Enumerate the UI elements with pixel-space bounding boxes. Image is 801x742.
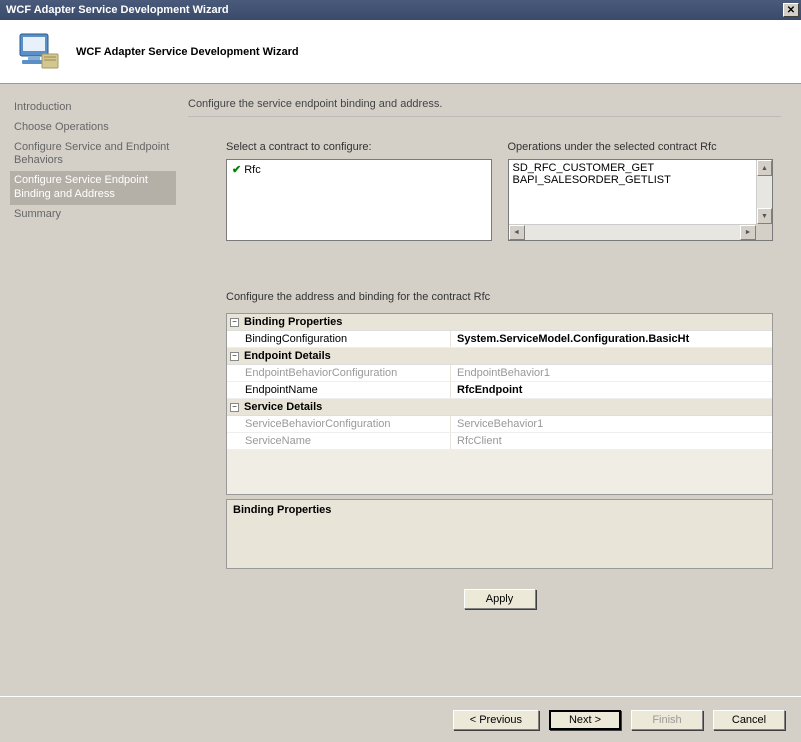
category-endpoint-details[interactable]: − Endpoint Details bbox=[227, 348, 772, 365]
category-label: Endpoint Details bbox=[244, 350, 331, 362]
sidebar-item-label: Choose Operations bbox=[14, 121, 109, 133]
finish-button: Finish bbox=[631, 710, 703, 730]
header-title: WCF Adapter Service Development Wizard bbox=[76, 46, 299, 58]
sidebar-item-label: Introduction bbox=[14, 101, 71, 113]
next-button[interactable]: Next > bbox=[549, 710, 621, 730]
checkmark-icon: ✔ bbox=[232, 163, 241, 176]
cancel-button[interactable]: Cancel bbox=[713, 710, 785, 730]
operations-listbox[interactable]: SD_RFC_CUSTOMER_GET BAPI_SALESORDER_GETL… bbox=[508, 159, 774, 241]
property-name: ServiceBehaviorConfiguration bbox=[227, 416, 451, 432]
horizontal-scrollbar[interactable]: ◄ ► bbox=[509, 224, 757, 240]
scroll-right-button[interactable]: ► bbox=[740, 225, 756, 240]
apply-button[interactable]: Apply bbox=[464, 589, 536, 609]
property-row[interactable]: EndpointName RfcEndpoint bbox=[227, 382, 772, 399]
contract-name: Rfc bbox=[244, 164, 261, 176]
page-heading: Configure the service endpoint binding a… bbox=[188, 98, 781, 117]
close-icon: ✕ bbox=[787, 5, 795, 16]
header-panel: WCF Adapter Service Development Wizard bbox=[0, 20, 801, 84]
close-button[interactable]: ✕ bbox=[783, 3, 799, 17]
collapse-icon[interactable]: − bbox=[230, 403, 239, 412]
description-panel: Binding Properties bbox=[226, 499, 773, 569]
category-label: Binding Properties bbox=[244, 316, 342, 328]
property-name: BindingConfiguration bbox=[227, 331, 451, 347]
contract-label: Select a contract to configure: bbox=[226, 141, 492, 153]
sidebar-item-choose-operations[interactable]: Choose Operations bbox=[10, 118, 176, 138]
sidebar-item-introduction[interactable]: Introduction bbox=[10, 98, 176, 118]
footer-buttons: < Previous Next > Finish Cancel bbox=[0, 696, 801, 742]
property-name: EndpointBehaviorConfiguration bbox=[227, 365, 451, 381]
property-row[interactable]: ServiceName RfcClient bbox=[227, 433, 772, 450]
property-value[interactable]: System.ServiceModel.Configuration.BasicH… bbox=[451, 331, 772, 347]
property-row[interactable]: ServiceBehaviorConfiguration ServiceBeha… bbox=[227, 416, 772, 433]
window-title: WCF Adapter Service Development Wizard bbox=[6, 4, 229, 16]
collapse-icon[interactable]: − bbox=[230, 318, 239, 327]
previous-button[interactable]: < Previous bbox=[453, 710, 539, 730]
description-title: Binding Properties bbox=[233, 504, 766, 516]
sidebar-item-configure-behaviors[interactable]: Configure Service and Endpoint Behaviors bbox=[10, 138, 176, 172]
property-value: RfcClient bbox=[451, 433, 772, 449]
category-label: Service Details bbox=[244, 401, 322, 413]
contract-listbox[interactable]: ✔ Rfc bbox=[226, 159, 492, 241]
sidebar-item-label: Configure Service and Endpoint Behaviors bbox=[14, 141, 169, 167]
property-value[interactable]: RfcEndpoint bbox=[451, 382, 772, 398]
vertical-scrollbar[interactable]: ▲ ▼ bbox=[756, 160, 772, 224]
config-label: Configure the address and binding for th… bbox=[226, 291, 773, 303]
titlebar: WCF Adapter Service Development Wizard ✕ bbox=[0, 0, 801, 20]
property-grid[interactable]: − Binding Properties BindingConfiguratio… bbox=[226, 313, 773, 495]
property-row[interactable]: EndpointBehaviorConfiguration EndpointBe… bbox=[227, 365, 772, 382]
chevron-up-icon: ▲ bbox=[761, 165, 768, 172]
collapse-icon[interactable]: − bbox=[230, 352, 239, 361]
sidebar-item-configure-endpoint[interactable]: Configure Service Endpoint Binding and A… bbox=[10, 171, 176, 205]
category-binding-properties[interactable]: − Binding Properties bbox=[227, 314, 772, 331]
scroll-up-button[interactable]: ▲ bbox=[757, 160, 772, 176]
property-row[interactable]: BindingConfiguration System.ServiceModel… bbox=[227, 331, 772, 348]
property-name: EndpointName bbox=[227, 382, 451, 398]
sidebar-item-label: Configure Service Endpoint Binding and A… bbox=[14, 174, 148, 200]
chevron-down-icon: ▼ bbox=[761, 213, 768, 220]
property-name: ServiceName bbox=[227, 433, 451, 449]
main-panel: Configure the service endpoint binding a… bbox=[180, 84, 801, 696]
chevron-right-icon: ► bbox=[745, 229, 752, 236]
scroll-left-button[interactable]: ◄ bbox=[509, 225, 525, 240]
property-value: ServiceBehavior1 bbox=[451, 416, 772, 432]
content-area: Introduction Choose Operations Configure… bbox=[0, 84, 801, 696]
operations-label: Operations under the selected contract R… bbox=[508, 141, 774, 153]
sidebar-item-summary[interactable]: Summary bbox=[10, 205, 176, 225]
sidebar-item-label: Summary bbox=[14, 208, 61, 220]
scrollbar-corner bbox=[756, 224, 772, 240]
contract-item[interactable]: ✔ Rfc bbox=[229, 162, 489, 177]
category-service-details[interactable]: − Service Details bbox=[227, 399, 772, 416]
sidebar: Introduction Choose Operations Configure… bbox=[0, 84, 180, 696]
chevron-left-icon: ◄ bbox=[513, 229, 520, 236]
scroll-down-button[interactable]: ▼ bbox=[757, 208, 772, 224]
operation-item[interactable]: BAPI_SALESORDER_GETLIST bbox=[513, 174, 753, 186]
wizard-computer-icon bbox=[14, 28, 62, 76]
operation-item[interactable]: SD_RFC_CUSTOMER_GET bbox=[513, 162, 753, 174]
property-value: EndpointBehavior1 bbox=[451, 365, 772, 381]
